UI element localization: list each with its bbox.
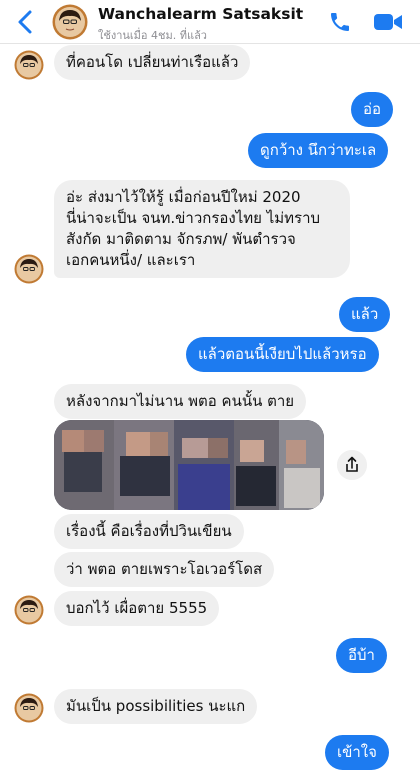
message-outgoing[interactable]: เข้าใจ	[325, 735, 389, 770]
sender-avatar	[14, 693, 44, 723]
message-incoming[interactable]: หลังจากมาไม่นาน พตอ คนนั้น ตาย	[54, 384, 307, 419]
message-outgoing[interactable]: แล้วตอนนี้เงียบไปแล้วหรอ	[186, 337, 379, 372]
sender-avatar	[14, 50, 44, 80]
contact-name[interactable]: Wanchalearm Satsaksit	[98, 5, 303, 23]
contact-avatar[interactable]	[52, 4, 88, 40]
message-outgoing[interactable]: อีบ้า	[336, 638, 387, 673]
sender-avatar	[14, 254, 44, 284]
blurred-photo-image	[54, 420, 324, 510]
message-line: นี่น่าจะเป็น จนท.ข่าวกรองไทย ไม่ทราบ	[66, 209, 321, 227]
video-call-icon[interactable]	[373, 11, 403, 33]
message-outgoing[interactable]: ดูกว้าง นึกว่าทะเล	[248, 133, 389, 168]
share-icon[interactable]	[337, 450, 367, 480]
message-outgoing[interactable]: อ่อ	[351, 92, 394, 127]
photo-attachment[interactable]	[54, 420, 324, 510]
message-line: อ่ะ ส่งมาไว้ให้รู้ เมื่อก่อนปีใหม่ 2020	[66, 188, 301, 206]
message-incoming[interactable]: บอกไว้ เผื่อตาย 5555	[54, 591, 220, 626]
phone-icon[interactable]	[328, 10, 352, 34]
chat-header: Wanchalearm Satsaksit ใช้งานเมื่อ 4ชม. ท…	[0, 0, 420, 44]
message-line: เอกคนหนึ่ง/ และเรา	[66, 251, 196, 269]
message-outgoing[interactable]: แล้ว	[339, 297, 391, 332]
back-chevron-icon[interactable]	[12, 8, 40, 36]
message-line: สังกัด มาติดตาม จักรภพ/ พันตำรวจ	[66, 230, 296, 248]
message-incoming[interactable]: ที่คอนโด เปลี่ยนท่าเรือแล้ว	[54, 45, 251, 80]
last-active-status: ใช้งานเมื่อ 4ชม. ที่แล้ว	[98, 29, 207, 42]
message-incoming[interactable]: มันเป็น possibilities นะแก	[54, 689, 258, 724]
sender-avatar	[14, 595, 44, 625]
message-incoming[interactable]: ว่า พตอ ตายเพราะโอเวอร์โดส	[54, 552, 275, 587]
message-incoming-multiline[interactable]: อ่ะ ส่งมาไว้ให้รู้ เมื่อก่อนปีใหม่ 2020 …	[54, 180, 350, 278]
message-incoming[interactable]: เรื่องนี้ คือเรื่องที่ปวินเขียน	[54, 514, 244, 549]
